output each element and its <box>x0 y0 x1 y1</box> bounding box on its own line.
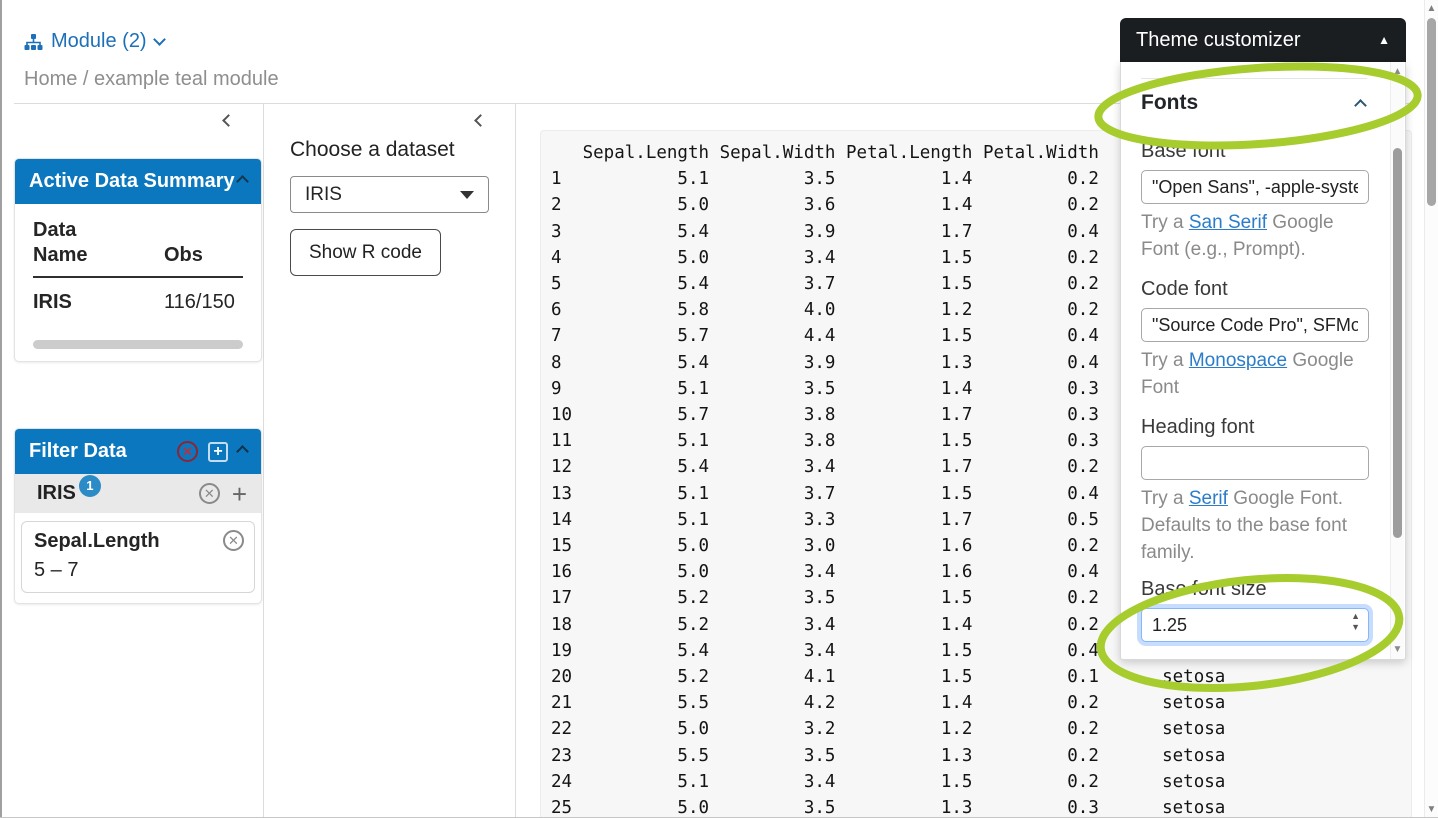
code-font-help: Try a Monospace Google Font <box>1141 347 1373 401</box>
window-left-edge <box>0 0 2 818</box>
table-row: 21 5.5 4.2 1.4 0.2 setosa <box>551 690 1411 716</box>
filter-dataset-row: IRIS 1 ✕ + <box>15 474 261 513</box>
filter-data-card: Filter Data ✕ + IRIS 1 ✕ + Sepal.Length … <box>14 428 262 604</box>
summary-col-obs: Obs <box>164 243 243 268</box>
filter-range-value: 5 – 7 <box>34 559 242 582</box>
spinner-up-icon[interactable]: ▲ <box>1351 612 1360 621</box>
summary-obs-count: 116/150 <box>164 291 243 314</box>
remove-filter-icon[interactable]: ✕ <box>223 530 244 551</box>
encoding-collapse-button[interactable] <box>476 112 492 128</box>
monospace-link[interactable]: Monospace <box>1189 350 1287 371</box>
filter-dataset-name: IRIS <box>37 482 76 505</box>
scroll-down-icon[interactable]: ▼ <box>1391 644 1404 655</box>
code-font-label: Code font <box>1141 278 1367 301</box>
module-selector[interactable]: Module (2) <box>24 30 164 53</box>
scroll-up-icon[interactable]: ▲ <box>1391 66 1404 77</box>
filter-data-header[interactable]: Filter Data ✕ + <box>15 429 261 474</box>
active-data-summary-body: Data Name Obs IRIS 116/150 <box>15 204 261 361</box>
remove-dataset-filters-icon[interactable]: ✕ <box>199 483 220 504</box>
table-row: 23 5.5 3.5 1.3 0.2 setosa <box>551 743 1411 769</box>
page-scrollbar[interactable]: ▲ ▼ <box>1424 0 1438 818</box>
dataset-select[interactable]: IRIS <box>290 176 489 213</box>
heading-font-help: Try a Serif Google Font. Defaults to the… <box>1141 485 1373 566</box>
active-data-summary-header[interactable]: Active Data Summary <box>15 159 261 204</box>
sitemap-icon <box>24 34 43 50</box>
spinner-down-icon[interactable]: ▼ <box>1351 623 1360 632</box>
panel-collapse-triangle-icon[interactable]: ▲ <box>1378 33 1390 47</box>
filter-chip-sepal-length: Sepal.Length ✕ 5 – 7 <box>21 521 255 593</box>
filter-field-name: Sepal.Length <box>34 530 242 553</box>
active-data-summary-card: Active Data Summary Data Name Obs IRIS 1… <box>14 158 262 362</box>
table-row: 20 5.2 4.1 1.5 0.1 setosa <box>551 664 1411 690</box>
scroll-up-icon[interactable]: ▲ <box>1425 3 1438 14</box>
base-font-size-input[interactable] <box>1141 608 1369 642</box>
collapse-up-icon <box>1354 99 1367 112</box>
base-font-label: Base font <box>1141 140 1367 163</box>
table-row: 22 5.0 3.2 1.2 0.2 setosa <box>551 716 1411 742</box>
scroll-down-icon[interactable]: ▼ <box>1425 804 1438 815</box>
remove-all-filters-icon[interactable]: ✕ <box>177 441 198 462</box>
add-dataset-filter-icon[interactable]: + <box>232 484 247 504</box>
summary-col-data-name: Data Name <box>33 218 123 268</box>
filter-data-title: Filter Data <box>29 440 127 462</box>
theme-customizer-body: Fonts Base font Try a San Serif Google F… <box>1120 62 1406 660</box>
chevron-down-icon <box>153 33 166 46</box>
dataset-select-label: Choose a dataset <box>290 138 455 162</box>
heading-font-input[interactable] <box>1141 446 1369 480</box>
chevron-left-icon <box>222 114 235 127</box>
code-font-input[interactable] <box>1141 308 1369 342</box>
base-font-help: Try a San Serif Google Font (e.g., Promp… <box>1141 209 1373 263</box>
base-font-input[interactable] <box>1141 170 1369 204</box>
sidebar-collapse-button[interactable] <box>224 112 240 128</box>
theme-customizer-title: Theme customizer <box>1136 29 1301 52</box>
serif-link[interactable]: Serif <box>1189 488 1228 509</box>
table-row: 25 5.0 3.5 1.3 0.3 setosa <box>551 795 1411 818</box>
heading-font-label: Heading font <box>1141 416 1367 439</box>
dataset-select-value: IRIS <box>305 184 342 206</box>
collapse-up-icon[interactable] <box>236 175 249 188</box>
chevron-left-icon <box>474 114 487 127</box>
table-row: 24 5.1 3.4 1.5 0.2 setosa <box>551 769 1411 795</box>
fonts-section-title: Fonts <box>1141 91 1198 114</box>
select-caret-icon <box>460 191 474 199</box>
sidebar-divider <box>263 104 264 818</box>
breadcrumb: Home / example teal module <box>24 68 279 91</box>
page-scrollbar-thumb[interactable] <box>1427 18 1436 206</box>
san-serif-link[interactable]: San Serif <box>1189 212 1267 233</box>
summary-horizontal-scrollbar[interactable] <box>33 340 243 349</box>
number-spinner[interactable]: ▲ ▼ <box>1351 612 1360 632</box>
base-font-size-label: Base font size <box>1141 578 1367 601</box>
summary-dataset-name: IRIS <box>33 291 123 314</box>
app-window: Module (2) Home / example teal module Ac… <box>0 0 1438 818</box>
module-selector-label: Module (2) <box>51 30 147 53</box>
add-filter-icon[interactable]: + <box>208 442 228 462</box>
active-data-summary-title: Active Data Summary <box>29 170 235 192</box>
encoding-divider <box>515 104 516 818</box>
collapse-up-icon[interactable] <box>236 445 249 458</box>
summary-row: IRIS 116/150 <box>33 278 243 324</box>
show-r-code-button[interactable]: Show R code <box>290 229 441 276</box>
filter-count-badge: 1 <box>79 475 101 497</box>
fonts-section-header[interactable]: Fonts <box>1141 78 1367 125</box>
theme-customizer-panel: Theme customizer ▲ Fonts Base font Try a… <box>1120 18 1406 660</box>
panel-scrollbar[interactable]: ▲ ▼ <box>1390 62 1404 659</box>
panel-scrollbar-thumb[interactable] <box>1393 148 1402 538</box>
theme-customizer-header[interactable]: Theme customizer ▲ <box>1120 18 1406 62</box>
